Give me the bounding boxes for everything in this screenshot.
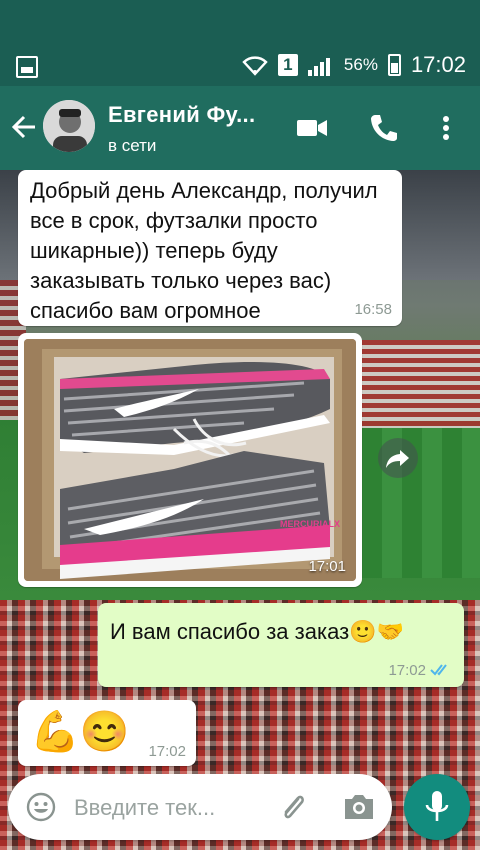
signal-icon	[307, 54, 334, 76]
video-call-icon[interactable]	[296, 112, 328, 144]
contact-avatar[interactable]	[43, 100, 95, 152]
contact-status: в сети	[108, 136, 157, 155]
contact-name[interactable]: Евгений Фу...	[108, 102, 255, 128]
message-text: 💪😊	[30, 710, 130, 754]
message-time: 16:58	[354, 301, 392, 318]
emoji-icon[interactable]	[26, 792, 56, 822]
photo-brand-text: MERCURIALX	[280, 519, 340, 529]
battery-icon	[387, 54, 401, 76]
message-photo[interactable]: MERCURIALX 17:01	[18, 333, 362, 587]
camera-icon[interactable]	[342, 792, 376, 822]
message-incoming[interactable]: 💪😊 17:02	[18, 700, 196, 766]
mic-button[interactable]	[404, 774, 470, 840]
photo-sneakers[interactable]: MERCURIALX 17:01	[24, 339, 356, 581]
message-time: 17:01	[308, 558, 346, 575]
message-text: Добрый день Александр, получил все в сро…	[30, 178, 378, 323]
message-time: 17:02	[388, 662, 426, 679]
wifi-icon	[242, 56, 268, 76]
message-time: 17:02	[148, 743, 186, 760]
double-check-icon	[430, 664, 447, 676]
message-composer	[8, 774, 392, 840]
mic-icon	[425, 791, 449, 821]
attach-icon[interactable]	[276, 790, 310, 824]
status-clock: 17:02	[410, 52, 466, 77]
avatar-photo	[43, 100, 95, 152]
message-outgoing[interactable]: И вам спасибо за заказ🙂🤝 17:02	[98, 603, 464, 687]
status-bar: 1 56% 17:02	[0, 0, 480, 86]
message-text: И вам спасибо за заказ🙂🤝	[110, 619, 404, 644]
message-incoming[interactable]: Добрый день Александр, получил все в сро…	[18, 170, 402, 326]
battery-percent: 56%	[343, 55, 378, 74]
message-input[interactable]	[72, 788, 266, 828]
back-arrow-icon[interactable]	[10, 112, 38, 142]
sneakers-image: MERCURIALX	[24, 339, 356, 581]
status-icons: 1 56% 17:02	[242, 52, 466, 78]
gallery-notification-icon	[16, 56, 38, 78]
phone-icon[interactable]	[368, 112, 400, 144]
share-forward-button[interactable]	[378, 438, 418, 478]
more-vert-icon[interactable]	[430, 112, 462, 144]
sim-indicator: 1	[277, 54, 298, 76]
chat-header: Евгений Фу... в сети	[0, 86, 480, 170]
share-forward-icon	[386, 450, 409, 468]
